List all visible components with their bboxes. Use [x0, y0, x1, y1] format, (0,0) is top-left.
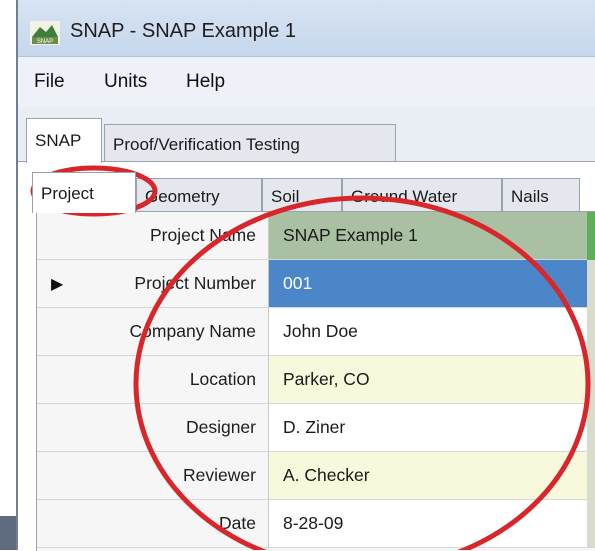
input-tab-strip: Project Geometry Soil Ground Water Nails	[18, 172, 595, 213]
grid-row-company-name[interactable]: Company Name John Doe	[37, 308, 595, 356]
field-value: SNAP Example 1	[283, 225, 418, 245]
grid-edge	[587, 260, 595, 308]
tab-nails[interactable]: Nails	[502, 178, 580, 212]
tab-geometry[interactable]: Geometry	[136, 178, 262, 212]
grid-row-project-name[interactable]: Project Name SNAP Example 1	[37, 212, 595, 260]
snap-tab-panel: Project Geometry Soil Ground Water Nails…	[18, 161, 595, 551]
project-grid: Project Name SNAP Example 1 ▶ Project Nu…	[36, 211, 595, 551]
field-label: Company Name	[129, 321, 256, 341]
grid-row-reviewer[interactable]: Reviewer A. Checker	[37, 452, 595, 500]
field-label: Designer	[185, 417, 256, 437]
row-header[interactable]: Company Name	[37, 308, 269, 356]
tab-project[interactable]: Project	[32, 172, 136, 213]
window-title: SNAP - SNAP Example 1	[70, 20, 297, 42]
field-label: Date	[219, 513, 256, 533]
grid-edge	[587, 308, 595, 356]
svg-text:SNAP: SNAP	[37, 39, 53, 45]
field-label: Project Number	[134, 273, 256, 293]
menu-file[interactable]: File	[34, 71, 65, 93]
row-header[interactable]: Date	[37, 500, 269, 548]
snap-app-icon: SNAP	[30, 21, 60, 45]
grid-edge	[587, 212, 595, 260]
field-value: 8-28-09	[283, 513, 344, 533]
project-number-cell[interactable]: 001	[269, 260, 587, 308]
grid-row-date[interactable]: Date 8-28-09	[37, 500, 595, 548]
tab-snap[interactable]: SNAP	[26, 118, 102, 163]
title-bar: SNAP SNAP - SNAP Example 1	[18, 0, 595, 57]
grid-row-designer[interactable]: Designer D. Ziner	[37, 404, 595, 452]
row-header[interactable]: Project Name	[37, 212, 269, 260]
row-header[interactable]: Designer	[37, 404, 269, 452]
field-value: D. Ziner	[283, 417, 346, 437]
current-row-arrow-icon: ▶	[51, 276, 64, 293]
grid-edge	[587, 500, 595, 548]
main-tab-strip: SNAP Proof/Verification Testing	[18, 118, 595, 163]
menu-bar: File Units Help	[18, 57, 595, 107]
grid-edge	[587, 452, 595, 500]
tab-soil[interactable]: Soil	[262, 178, 342, 212]
field-value: Parker, CO	[283, 369, 370, 389]
field-value: A. Checker	[283, 465, 370, 485]
menu-help[interactable]: Help	[186, 71, 225, 93]
field-value: John Doe	[283, 321, 358, 341]
tab-ground-water[interactable]: Ground Water	[342, 178, 502, 212]
menu-units[interactable]: Units	[104, 71, 147, 93]
field-label: Project Name	[149, 225, 256, 245]
grid-row-location[interactable]: Location Parker, CO	[37, 356, 595, 404]
date-cell[interactable]: 8-28-09	[269, 500, 587, 548]
location-cell[interactable]: Parker, CO	[269, 356, 587, 404]
field-label: Reviewer	[183, 465, 256, 485]
company-name-cell[interactable]: John Doe	[269, 308, 587, 356]
app-window: SNAP SNAP - SNAP Example 1 File Units He…	[16, 0, 595, 551]
designer-cell[interactable]: D. Ziner	[269, 404, 587, 452]
reviewer-cell[interactable]: A. Checker	[269, 452, 587, 500]
tab-proof-verification-testing[interactable]: Proof/Verification Testing	[104, 124, 396, 161]
row-header[interactable]: Location	[37, 356, 269, 404]
desktop-edge	[0, 516, 16, 550]
grid-row-project-number[interactable]: ▶ Project Number 001	[37, 260, 595, 308]
grid-edge	[587, 404, 595, 452]
field-label: Location	[189, 369, 256, 389]
field-value: 001	[283, 273, 313, 293]
project-name-cell[interactable]: SNAP Example 1	[269, 212, 587, 260]
row-header[interactable]: ▶ Project Number	[37, 260, 269, 308]
row-header[interactable]: Reviewer	[37, 452, 269, 500]
grid-edge	[587, 356, 595, 404]
